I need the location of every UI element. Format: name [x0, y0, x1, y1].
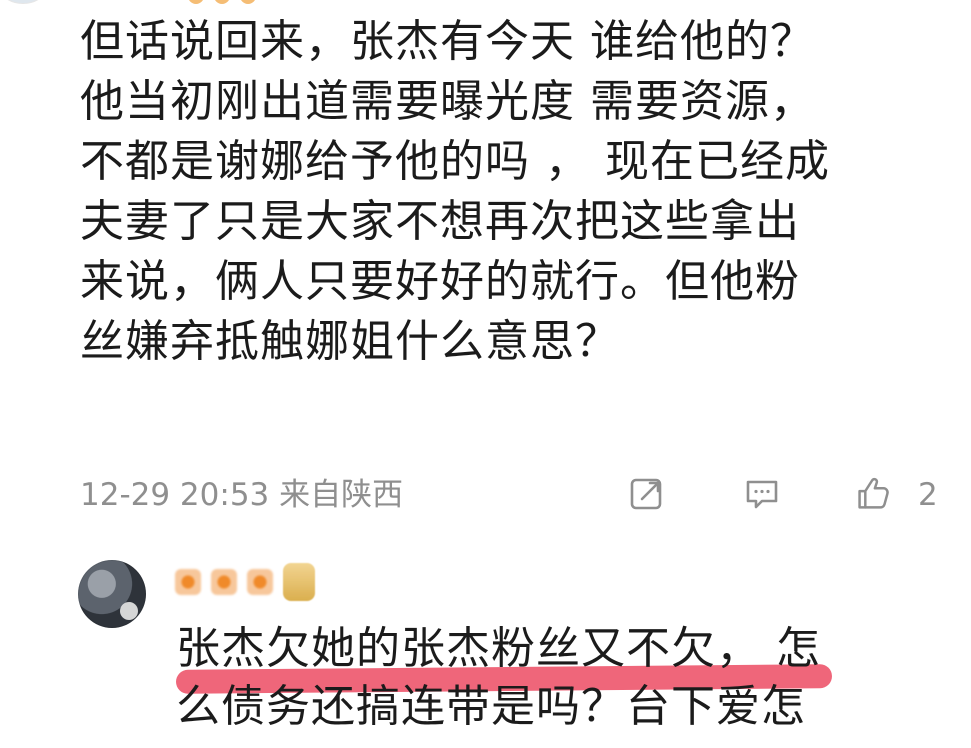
comment-icon[interactable]: [740, 472, 784, 516]
comment-body: 但话说回来，张杰有今天 谁给他的？ 他当初刚出道需要曝光度 需要资源， 不都是谢…: [80, 12, 940, 372]
reply-username-blob-2: [211, 569, 237, 595]
reply-body: 张杰欠她的张杰粉丝又不欠， 怎 么债务还搞连带是吗？台下爱怎: [176, 620, 936, 736]
commenter-avatar[interactable]: [0, 0, 54, 4]
comment-line-1: 但话说回来，张杰有今天 谁给他的？: [80, 16, 815, 67]
commenter-name-blur-3: [240, 0, 256, 4]
share-icon[interactable]: [625, 472, 669, 516]
like-count: 2: [918, 477, 938, 513]
comment-line-6: 丝嫌弃抵触娜姐什么意思？: [80, 316, 620, 367]
reply-line-2: 么债务还搞连带是吗？台下爱怎: [176, 681, 806, 732]
reply-avatar[interactable]: [78, 560, 146, 628]
reply-username-blob-3: [247, 569, 273, 595]
commenter-name-fragment: [188, 0, 328, 4]
like-icon[interactable]: [850, 472, 894, 516]
reply-badge-icon: [283, 563, 315, 601]
comment-meta-row: 12-29 20:53 来自陕西 2: [80, 472, 940, 516]
reply-line-1: 张杰欠她的张杰粉丝又不欠， 怎: [176, 623, 821, 674]
commenter-name-blur-1: [188, 0, 204, 4]
comment-location: 来自陕西: [279, 477, 404, 513]
reply-username-blurred: [175, 560, 315, 604]
comment-timestamp: 12-29 20:53: [80, 477, 270, 513]
comment-line-3: 不都是谢娜给予他的吗 ， 现在已经成: [80, 136, 830, 187]
reply-username-blob-1: [175, 569, 201, 595]
comment-line-5: 来说，俩人只要好好的就行。但他粉: [80, 256, 800, 307]
comment-line-4: 夫妻了只是大家不想再次把这些拿出: [80, 196, 800, 247]
comment-line-2: 他当初刚出道需要曝光度 需要资源，: [80, 76, 815, 127]
commenter-name-blur-2: [214, 0, 230, 4]
comment-meta-text: 12-29 20:53 来自陕西: [80, 478, 403, 512]
